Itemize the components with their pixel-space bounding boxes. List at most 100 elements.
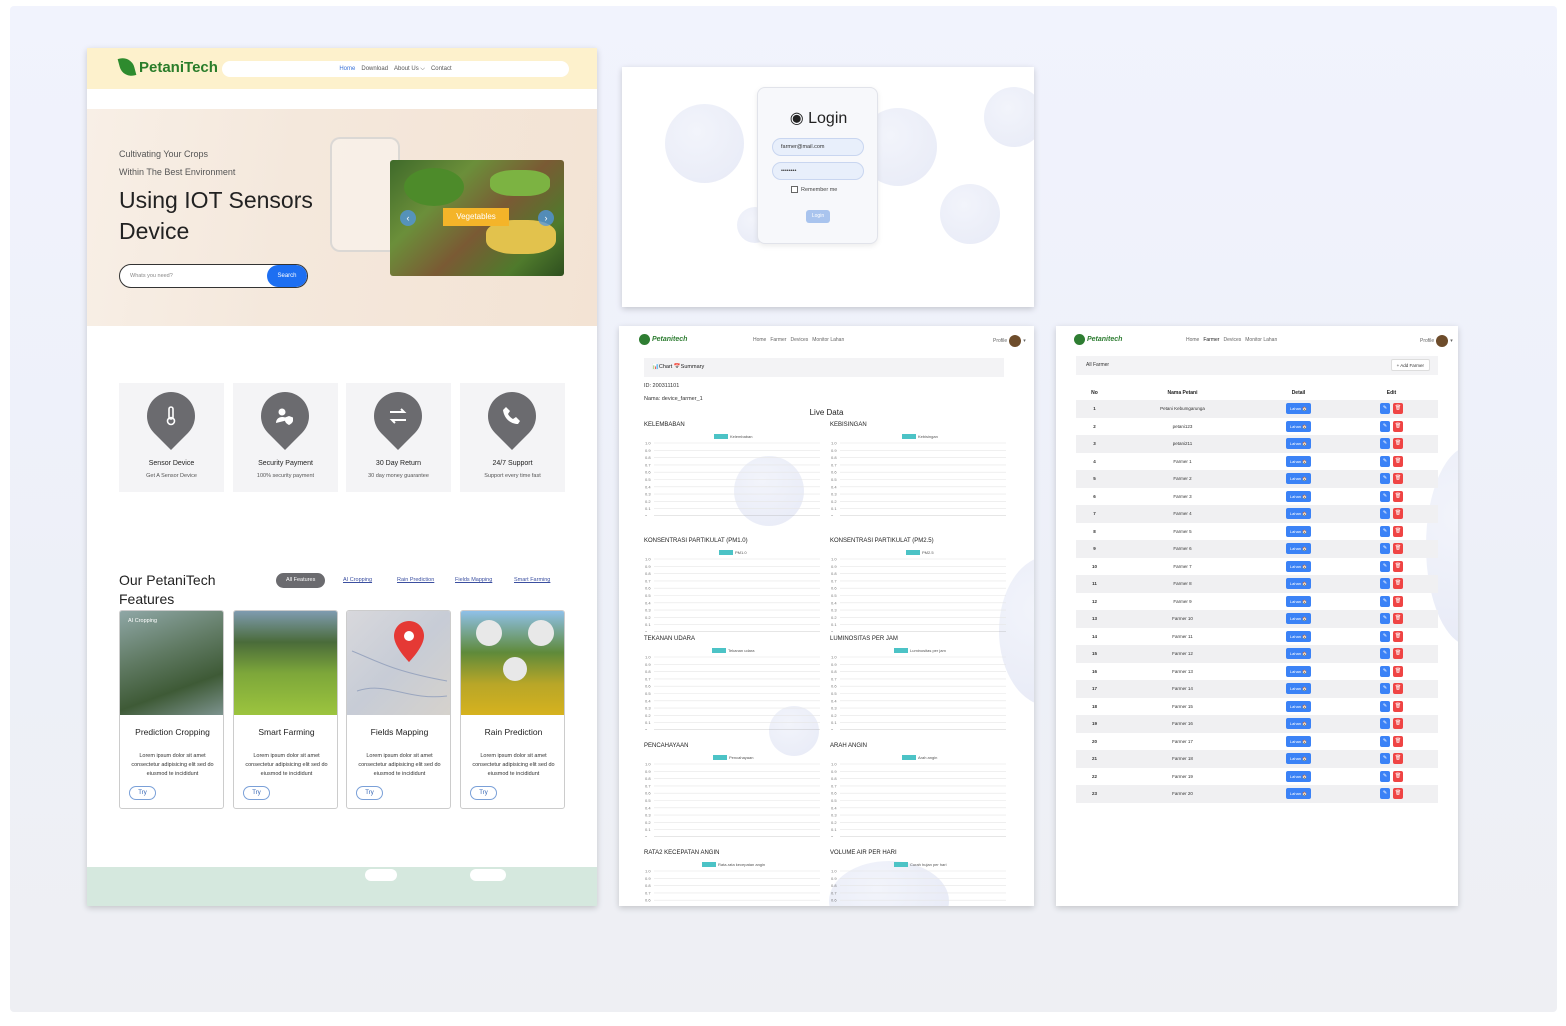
delete-icon[interactable]: 🗑 [1393,630,1403,642]
chart-legend[interactable]: PM1.0 [719,550,747,555]
chart-legend[interactable]: Kelembaban [714,434,752,439]
chart-legend[interactable]: Rata-rata kecepatan angin [702,862,765,867]
edit-icon[interactable]: ✎ [1380,770,1390,782]
lahan-button[interactable]: Lahan 🏠 [1286,735,1311,747]
try-button[interactable]: Try [243,786,270,800]
nav-contact[interactable]: Contact [431,66,452,72]
delete-icon[interactable]: 🗑 [1393,543,1403,555]
filter-ai-cropping[interactable]: AI Cropping [343,573,372,588]
delete-icon[interactable]: 🗑 [1393,560,1403,572]
delete-icon[interactable]: 🗑 [1393,683,1403,695]
edit-icon[interactable]: ✎ [1380,438,1390,450]
delete-icon[interactable]: 🗑 [1393,735,1403,747]
filter-rain-prediction[interactable]: Rain Prediction [397,573,434,588]
delete-icon[interactable]: 🗑 [1393,718,1403,730]
delete-icon[interactable]: 🗑 [1393,403,1403,415]
lahan-button[interactable]: Lahan 🏠 [1286,648,1311,660]
lahan-button[interactable]: Lahan 🏠 [1286,543,1311,555]
delete-icon[interactable]: 🗑 [1393,490,1403,502]
delete-icon[interactable]: 🗑 [1393,578,1403,590]
lahan-button[interactable]: Lahan 🏠 [1286,630,1311,642]
try-button[interactable]: Try [129,786,156,800]
delete-icon[interactable]: 🗑 [1393,438,1403,450]
search-input[interactable]: Whats you need? [130,273,173,279]
profile-menu[interactable]: Profile ▾ [993,335,1026,347]
login-button[interactable]: Login [806,210,830,223]
edit-icon[interactable]: ✎ [1380,718,1390,730]
chart-legend[interactable]: PM2.5 [906,550,934,555]
edit-icon[interactable]: ✎ [1380,595,1390,607]
edit-icon[interactable]: ✎ [1380,420,1390,432]
email-field[interactable]: farmer@mail.com [772,138,864,156]
brand-logo[interactable]: PetaniTech [117,55,218,79]
edit-icon[interactable]: ✎ [1380,788,1390,800]
edit-icon[interactable]: ✎ [1380,543,1390,555]
lahan-button[interactable]: Lahan 🏠 [1286,613,1311,625]
delete-icon[interactable]: 🗑 [1393,420,1403,432]
nav-download[interactable]: Download [361,66,388,72]
nav-devices[interactable]: Devices [790,337,808,343]
password-field[interactable]: •••••••• [772,162,864,180]
delete-icon[interactable]: 🗑 [1393,753,1403,765]
delete-icon[interactable]: 🗑 [1393,665,1403,677]
delete-icon[interactable]: 🗑 [1393,788,1403,800]
chart-legend[interactable]: Pencahayaan [713,755,753,760]
edit-icon[interactable]: ✎ [1380,735,1390,747]
chart-legend[interactable]: Tekanan udara [712,648,754,653]
nav-about-us[interactable]: About Us ⌵ [394,66,425,73]
brand-logo[interactable]: Petanitech [639,334,687,345]
search-button[interactable]: Search [267,265,307,287]
edit-icon[interactable]: ✎ [1380,525,1390,537]
edit-icon[interactable]: ✎ [1380,665,1390,677]
lahan-button[interactable]: Lahan 🏠 [1286,578,1311,590]
dashboard-tabs[interactable]: 📊Chart 📅Summary [644,358,1004,377]
delete-icon[interactable]: 🗑 [1393,595,1403,607]
delete-icon[interactable]: 🗑 [1393,700,1403,712]
lahan-button[interactable]: Lahan 🏠 [1286,403,1311,415]
lahan-button[interactable]: Lahan 🏠 [1286,683,1311,695]
nav-monitor-lahan[interactable]: Monitor Lahan [812,337,844,343]
lahan-button[interactable]: Lahan 🏠 [1286,595,1311,607]
lahan-button[interactable]: Lahan 🏠 [1286,438,1311,450]
nav-home[interactable]: Home [1186,337,1199,343]
delete-icon[interactable]: 🗑 [1393,525,1403,537]
delete-icon[interactable]: 🗑 [1393,648,1403,660]
edit-icon[interactable]: ✎ [1380,683,1390,695]
chart-legend[interactable]: Luminositas per jam [894,648,946,653]
chart-legend[interactable]: Curah hujan per hari [894,862,946,867]
delete-icon[interactable]: 🗑 [1393,508,1403,520]
add-farmer-button[interactable]: + Add Farmer [1390,359,1430,371]
nav-monitor-lahan[interactable]: Monitor Lahan [1245,337,1277,343]
nav-home[interactable]: Home [753,337,766,343]
edit-icon[interactable]: ✎ [1380,578,1390,590]
edit-icon[interactable]: ✎ [1380,508,1390,520]
lahan-button[interactable]: Lahan 🏠 [1286,525,1311,537]
lahan-button[interactable]: Lahan 🏠 [1286,455,1311,467]
edit-icon[interactable]: ✎ [1380,473,1390,485]
edit-icon[interactable]: ✎ [1380,403,1390,415]
filter-fields-mapping[interactable]: Fields Mapping [455,573,492,588]
chart-legend[interactable]: Kebisingan [902,434,938,439]
lahan-button[interactable]: Lahan 🏠 [1286,560,1311,572]
delete-icon[interactable]: 🗑 [1393,613,1403,625]
nav-devices[interactable]: Devices [1223,337,1241,343]
profile-menu[interactable]: Profile ▾ [1420,335,1453,347]
remember-me[interactable]: Remember me [791,186,837,193]
lahan-button[interactable]: Lahan 🏠 [1286,770,1311,782]
edit-icon[interactable]: ✎ [1380,648,1390,660]
delete-icon[interactable]: 🗑 [1393,473,1403,485]
brand-logo[interactable]: Petanitech [1074,334,1122,345]
try-button[interactable]: Try [470,786,497,800]
lahan-button[interactable]: Lahan 🏠 [1286,473,1311,485]
edit-icon[interactable]: ✎ [1380,700,1390,712]
lahan-button[interactable]: Lahan 🏠 [1286,700,1311,712]
edit-icon[interactable]: ✎ [1380,753,1390,765]
remember-checkbox[interactable] [791,186,798,193]
lahan-button[interactable]: Lahan 🏠 [1286,490,1311,502]
edit-icon[interactable]: ✎ [1380,490,1390,502]
nav-farmer[interactable]: Farmer [770,337,786,343]
lahan-button[interactable]: Lahan 🏠 [1286,665,1311,677]
try-button[interactable]: Try [356,786,383,800]
filter-all-features[interactable]: All Features [276,573,326,588]
edit-icon[interactable]: ✎ [1380,630,1390,642]
